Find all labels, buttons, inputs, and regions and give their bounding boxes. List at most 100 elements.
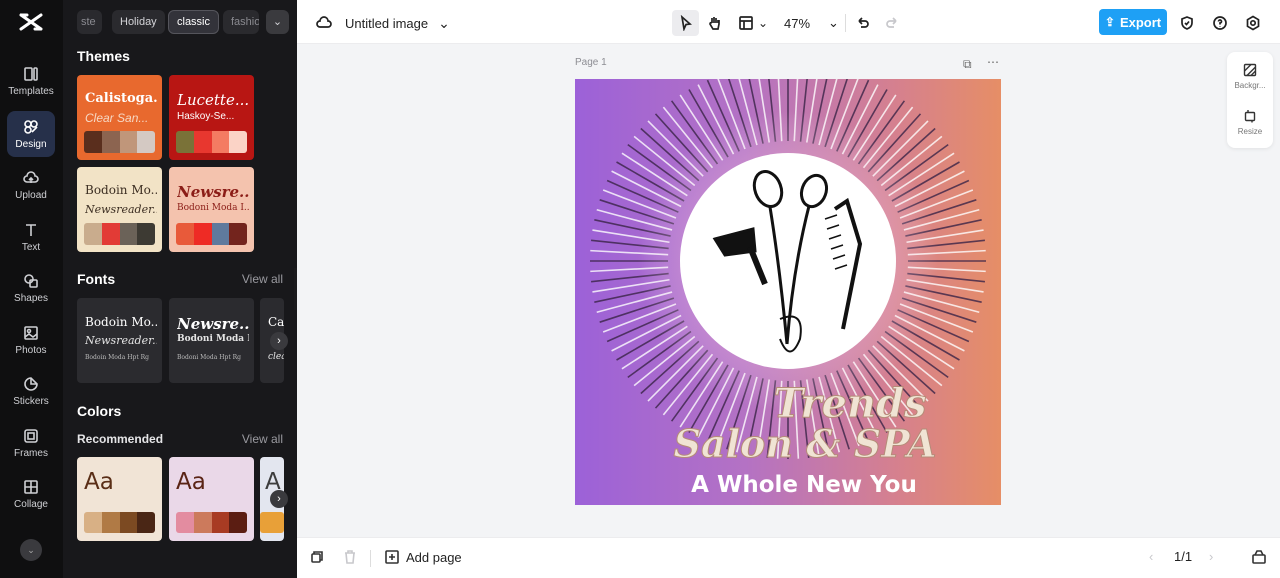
- swatch: [101, 223, 120, 245]
- fonts-next-button[interactable]: ›: [270, 332, 288, 350]
- theme-font-2: Clear San...: [85, 111, 149, 125]
- stickers-icon: [24, 376, 38, 391]
- select-tool-button[interactable]: [672, 10, 699, 36]
- document-title-button[interactable]: Untitled image ⌄: [345, 10, 450, 36]
- chip-classic[interactable]: classic: [168, 10, 220, 34]
- chip-ste[interactable]: ste: [77, 10, 102, 34]
- prev-page-button[interactable]: ‹: [1149, 549, 1153, 564]
- delete-page-button[interactable]: [342, 549, 358, 565]
- color-card[interactable]: Aa: [169, 457, 254, 541]
- swatch: [211, 512, 230, 533]
- export-button[interactable]: ⇪ Export: [1099, 9, 1167, 35]
- right-tools-panel: Backgr... Resize: [1227, 52, 1273, 148]
- settings-button[interactable]: [1243, 10, 1263, 36]
- swatch: [193, 512, 212, 533]
- nav-design[interactable]: Design: [7, 111, 55, 157]
- theme-card[interactable]: Newsre... Bodoni Moda I...: [169, 167, 254, 252]
- layout-menu-button[interactable]: ⌄: [738, 10, 768, 36]
- redo-button[interactable]: [882, 10, 902, 36]
- theme-card[interactable]: Lucette... Haskoy-Se...: [169, 75, 254, 160]
- color-swatches: [84, 512, 155, 533]
- design-icon: [24, 119, 38, 134]
- background-tool[interactable]: Backgr...: [1227, 56, 1273, 96]
- design-line-2: Salon & SPA: [674, 421, 937, 466]
- templates-icon: [24, 66, 38, 81]
- layout-icon: [739, 16, 753, 30]
- colors-recommended-label: Recommended: [77, 432, 164, 446]
- add-page-button[interactable]: Add page: [384, 549, 462, 565]
- background-label: Backgr...: [1234, 80, 1266, 90]
- design-line-3: A Whole New You: [691, 472, 917, 498]
- swatch: [176, 223, 194, 245]
- nav-templates[interactable]: Templates: [7, 58, 55, 104]
- chip-holiday[interactable]: Holiday: [112, 10, 165, 34]
- chevron-right-icon: ›: [277, 493, 281, 505]
- nav-frames[interactable]: Frames: [7, 420, 55, 466]
- nav-collage[interactable]: Collage: [7, 471, 55, 517]
- chip-expand-button[interactable]: ⌄: [266, 10, 289, 34]
- nav-shapes[interactable]: Shapes: [7, 265, 55, 311]
- cloud-save-button[interactable]: [314, 10, 334, 36]
- trash-icon: [345, 550, 355, 564]
- fonts-view-all-link[interactable]: View all: [242, 272, 283, 286]
- design-artboard[interactable]: Trends Salon & SPA A Whole New You: [575, 79, 1001, 505]
- font-body: Bodoni Moda I...: [177, 334, 249, 344]
- cloud-icon: [316, 16, 332, 28]
- swatch: [193, 131, 212, 153]
- help-button[interactable]: [1210, 10, 1230, 36]
- undo-icon: [858, 17, 869, 28]
- swatch: [84, 223, 102, 245]
- app-logo-icon[interactable]: [19, 12, 43, 32]
- duplicate-page-button[interactable]: [309, 549, 325, 565]
- swatch: [137, 512, 155, 533]
- redo-icon: [886, 17, 897, 28]
- shield-icon: [1181, 16, 1193, 30]
- undo-button[interactable]: [853, 10, 873, 36]
- font-card[interactable]: Bodoin Mo... Newsreader... Bodoin Moda H…: [77, 298, 162, 383]
- gear-icon: [1246, 15, 1260, 31]
- theme-swatches: [84, 131, 155, 153]
- swatch: [119, 512, 138, 533]
- colors-next-button[interactable]: ›: [270, 490, 288, 508]
- nav-label: Shapes: [14, 292, 48, 304]
- page-label: Page 1: [575, 57, 607, 68]
- avatar[interactable]: ⌄: [20, 539, 42, 561]
- nav-label: Upload: [15, 189, 47, 201]
- hand-tool-button[interactable]: [703, 10, 727, 36]
- export-label: Export: [1119, 14, 1162, 30]
- pages-panel-button[interactable]: [1251, 549, 1267, 565]
- theme-card[interactable]: Calistoga... Clear San...: [77, 75, 162, 160]
- chevron-down-icon: ⌄: [758, 16, 769, 30]
- background-icon: [1243, 63, 1257, 76]
- swatch: [229, 223, 247, 245]
- nav-label: Design: [15, 138, 47, 150]
- more-options-icon[interactable]: ⋯: [987, 55, 999, 69]
- next-page-button[interactable]: ›: [1209, 549, 1213, 564]
- font-card[interactable]: Newsre... Bodoni Moda I... Bodoni Moda H…: [169, 298, 254, 383]
- chevron-right-icon: ›: [277, 335, 281, 347]
- chevron-down-icon: ⌄: [828, 15, 839, 30]
- font-heading: Newsre...: [177, 315, 249, 333]
- nav-photos[interactable]: Photos: [7, 317, 55, 363]
- swatch: [84, 131, 102, 153]
- nav-upload[interactable]: Upload: [7, 162, 55, 208]
- color-card[interactable]: Aa: [77, 457, 162, 541]
- swatch: [137, 223, 155, 245]
- duplicate-page-icon[interactable]: ⧉: [963, 57, 972, 72]
- swatch: [260, 512, 284, 533]
- resize-tool[interactable]: Resize: [1227, 102, 1273, 142]
- theme-font-2: Newsreader...: [85, 203, 157, 216]
- toolbar-divider: [845, 14, 846, 32]
- colors-view-all-link[interactable]: View all: [242, 432, 283, 446]
- zoom-control[interactable]: 47% ⌄: [784, 10, 839, 36]
- chip-fashion[interactable]: fashio: [223, 10, 259, 34]
- export-icon: ⇪: [1104, 15, 1115, 29]
- theme-font-1: Lucette...: [177, 91, 249, 109]
- shield-button[interactable]: [1177, 10, 1197, 36]
- swatch: [137, 131, 155, 153]
- theme-font-1: Bodoin Mo...: [85, 183, 157, 197]
- nav-text[interactable]: Text: [7, 214, 55, 260]
- theme-card[interactable]: Bodoin Mo... Newsreader...: [77, 167, 162, 252]
- nav-stickers[interactable]: Stickers: [7, 368, 55, 414]
- bottom-divider: [370, 550, 371, 567]
